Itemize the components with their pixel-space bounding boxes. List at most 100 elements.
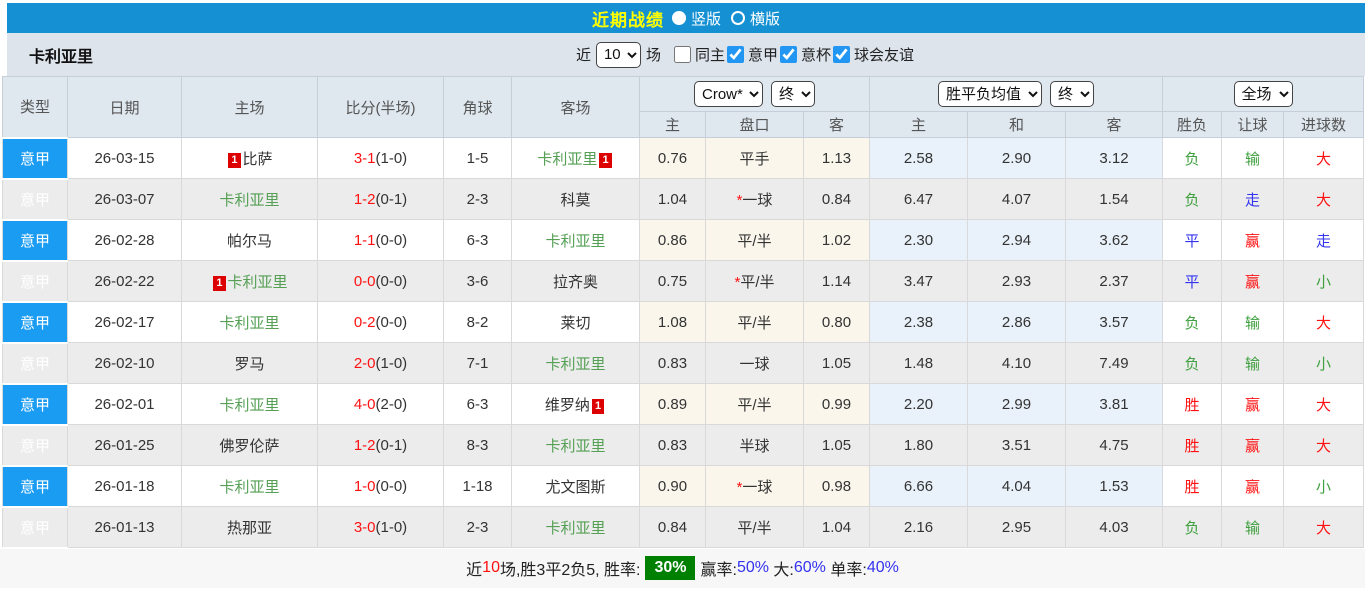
home-team-cell: 罗马	[181, 342, 318, 384]
goals-result-cell: 大	[1283, 506, 1365, 548]
sub-header-avg-home: 主	[869, 111, 969, 138]
league-cell: 意甲	[2, 259, 68, 303]
avg-type-select[interactable]: 胜平负均值	[938, 81, 1043, 107]
wdl-result-cell: 负	[1162, 506, 1223, 548]
score-cell: 1-0(0-0)	[317, 465, 444, 507]
odds-away-cell: 1.02	[802, 219, 871, 261]
avg-group-header: 胜平负均值 终	[869, 76, 1164, 112]
avg-home-cell: 1.80	[869, 424, 969, 466]
home-team-cell: 佛罗伦萨	[181, 424, 318, 466]
sub-header-odds-away: 客	[802, 111, 871, 138]
sub-header-avg-draw: 和	[967, 111, 1067, 138]
handicap-result-cell: 赢	[1221, 219, 1285, 261]
score-cell: 1-1(0-0)	[317, 219, 444, 261]
match-count-select[interactable]: 10	[595, 41, 641, 68]
avg-draw-cell: 2.99	[967, 383, 1067, 425]
team-name-text: 莱切	[560, 314, 591, 332]
wdl-result-cell: 胜	[1162, 383, 1223, 425]
table-row: 意甲 26-03-07 卡利亚里 1-2(0-1) 2-3 科莫 1.04 *一球 0.84 6.…	[2, 177, 1365, 221]
corner-cell: 8-3	[443, 424, 512, 466]
odds-home-cell: 0.83	[639, 424, 706, 466]
avg-draw-cell: 2.90	[967, 137, 1067, 179]
goals-result-cell: 大	[1283, 424, 1365, 466]
odds-home-cell: 1.08	[639, 301, 706, 343]
table-row: 意甲 26-02-22 1 卡利亚里 0-0(0-0) 3-6 拉齐奥 0.75 *平/半 1.1…	[2, 259, 1365, 303]
odds-home-cell: 0.76	[639, 137, 706, 179]
team-name-text: 佛罗伦萨	[219, 437, 280, 455]
avg-draw-cell: 2.93	[967, 260, 1067, 302]
summary-text: 大:	[768, 562, 794, 579]
avg-stage-select[interactable]: 终	[1050, 81, 1095, 107]
wdl-result-cell: 负	[1162, 301, 1223, 343]
league-cell: 意甲	[2, 218, 68, 262]
filter-checkbox[interactable]: 球会友谊	[833, 44, 914, 65]
checkbox-label: 同主	[694, 47, 725, 64]
checkbox-input[interactable]	[833, 46, 851, 63]
corner-cell: 1-5	[443, 137, 512, 179]
date-cell: 26-02-10	[67, 342, 182, 384]
handicap-cell: 平/半	[705, 301, 804, 343]
red-card-badge: 1	[591, 398, 605, 414]
filter-checkbox[interactable]: 同主	[673, 44, 725, 65]
league-cell: 意甲	[2, 177, 68, 221]
league-cell: 意甲	[2, 136, 68, 180]
page-title: 近期战绩	[591, 10, 664, 30]
layout-radio-input[interactable]	[731, 11, 745, 25]
filter-controls: 近 10 场 同主 意甲 意杯 球会友谊	[456, 41, 916, 68]
corner-cell: 1-18	[443, 465, 512, 507]
layout-radio-selected[interactable]: 竖版	[671, 8, 721, 29]
avg-away-cell: 1.53	[1065, 465, 1164, 507]
wdl-result-cell: 负	[1162, 342, 1223, 384]
checkbox-label: 意杯	[801, 47, 832, 64]
filter-checkbox[interactable]: 意甲	[727, 44, 778, 65]
home-team-cell: 卡利亚里	[181, 301, 318, 343]
summary-text: 单率:	[825, 562, 867, 579]
layout-radio-option[interactable]: 横版	[731, 8, 780, 29]
filter-checkbox[interactable]: 意杯	[780, 44, 831, 65]
sub-header-goals: 进球数	[1283, 111, 1365, 138]
score-cell: 4-0(2-0)	[317, 383, 444, 425]
avg-draw-cell: 2.86	[967, 301, 1067, 343]
layout-radio-input[interactable]	[671, 11, 686, 25]
team-name-text: 卡利亚里	[545, 355, 606, 373]
result-scope-select[interactable]: 全场	[1233, 81, 1293, 107]
layout-radio-group: 竖版 横版	[671, 8, 780, 29]
date-cell: 26-01-13	[67, 506, 182, 548]
team-name-text: 拉齐奥	[552, 273, 598, 291]
corner-cell: 7-1	[443, 342, 512, 384]
home-team-cell: 卡利亚里	[181, 383, 318, 425]
bookmaker-select[interactable]: Crow*	[694, 81, 763, 107]
league-cell: 意甲	[2, 300, 68, 344]
avg-draw-cell: 4.10	[967, 342, 1067, 384]
score-cell: 1-2(0-1)	[317, 178, 444, 220]
odds-away-cell: 1.04	[802, 506, 871, 548]
checkbox-input[interactable]	[780, 46, 798, 63]
odds-home-cell: 0.90	[639, 465, 706, 507]
avg-away-cell: 4.75	[1065, 424, 1164, 466]
goals-result-cell: 小	[1283, 260, 1365, 302]
handicap-cell: *一球	[705, 465, 804, 507]
team-name-text: 卡利亚里	[219, 396, 280, 414]
handicap-result-cell: 输	[1221, 506, 1285, 548]
summary-text: 场,胜3平2负5, 胜率:	[499, 562, 641, 579]
odds-home-cell: 0.75	[639, 260, 706, 302]
col-header-type: 类型	[2, 76, 68, 138]
games-label: 场	[645, 47, 661, 64]
away-team-cell: 卡利亚里	[511, 219, 640, 261]
away-team-cell: 维罗纳 1	[511, 383, 640, 425]
date-cell: 26-02-28	[67, 219, 182, 261]
team-name-text: 卡利亚里	[537, 150, 598, 168]
goals-result-cell: 走	[1283, 219, 1365, 261]
handicap-result-cell: 赢	[1221, 260, 1285, 302]
team-name-text: 卡利亚里	[545, 232, 606, 250]
odds-stage-select[interactable]: 终	[771, 81, 815, 107]
odds-away-cell: 0.98	[802, 465, 871, 507]
avg-away-cell: 4.03	[1065, 506, 1164, 548]
wdl-result-cell: 负	[1162, 137, 1223, 179]
checkbox-input[interactable]	[727, 46, 744, 63]
results-table: 类型 日期 主场 比分(半场) 角球 客场 Crow* 终 胜平负均值 终 全场	[2, 76, 1365, 549]
date-cell: 26-01-25	[67, 424, 182, 466]
team-name-text: 罗马	[234, 355, 265, 373]
handicap-star: *	[734, 273, 741, 291]
checkbox-input[interactable]	[673, 46, 691, 63]
